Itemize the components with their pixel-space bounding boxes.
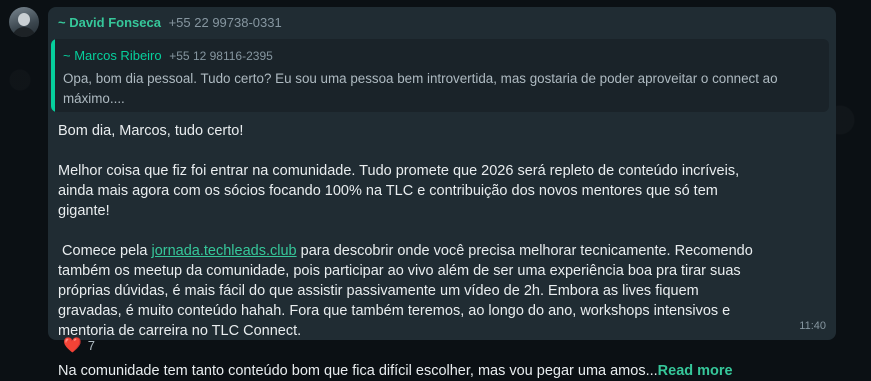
message-bubble[interactable]: ~ David Fonseca +55 22 99738-0331 ~ Marc… [48,7,836,379]
sender-name[interactable]: ~ David Fonseca [58,15,161,30]
read-more-link[interactable]: Read more [658,363,733,379]
message-truncated-paragraph: Na comunidade tem tanto conteúdo bom que… [58,361,758,381]
reaction-badge[interactable]: ❤️ 7 [63,338,95,353]
quote-sender: ~ Marcos Ribeiro +55 12 98116-2395 [63,48,273,64]
avatar[interactable] [9,7,39,37]
message-sender: ~ David Fonseca +55 22 99738-0331 [58,15,282,31]
quote-sender-phone: +55 12 98116-2395 [169,49,273,63]
message-paragraph-with-link: Comece pela jornada.techleads.club para … [58,241,758,341]
message-paragraph: Melhor coisa que fiz foi entrar na comun… [58,163,740,219]
quote-accent-bar [51,39,55,112]
avatar-head [18,13,30,26]
message-greeting: Bom dia, Marcos, tudo certo! [58,123,244,139]
quote-text: Opa, bom dia pessoal. Tudo certo? Eu sou… [63,71,778,106]
truncated-text: Na comunidade tem tanto conteúdo bom que… [58,363,658,379]
quote-sender-name: ~ Marcos Ribeiro [63,48,162,63]
avatar-shoulders [12,27,36,37]
heart-icon: ❤️ [63,337,82,354]
reaction-count: 7 [87,338,95,353]
journey-link[interactable]: jornada.techleads.club [152,243,297,259]
message-body: Bom dia, Marcos, tudo certo! Melhor cois… [58,121,758,381]
message-time: 11:40 [799,320,826,332]
quoted-message[interactable]: ~ Marcos Ribeiro +55 12 98116-2395 Opa, … [51,39,829,112]
paragraph-prefix: Comece pela [58,243,152,259]
sender-phone: +55 22 99738-0331 [168,15,282,30]
